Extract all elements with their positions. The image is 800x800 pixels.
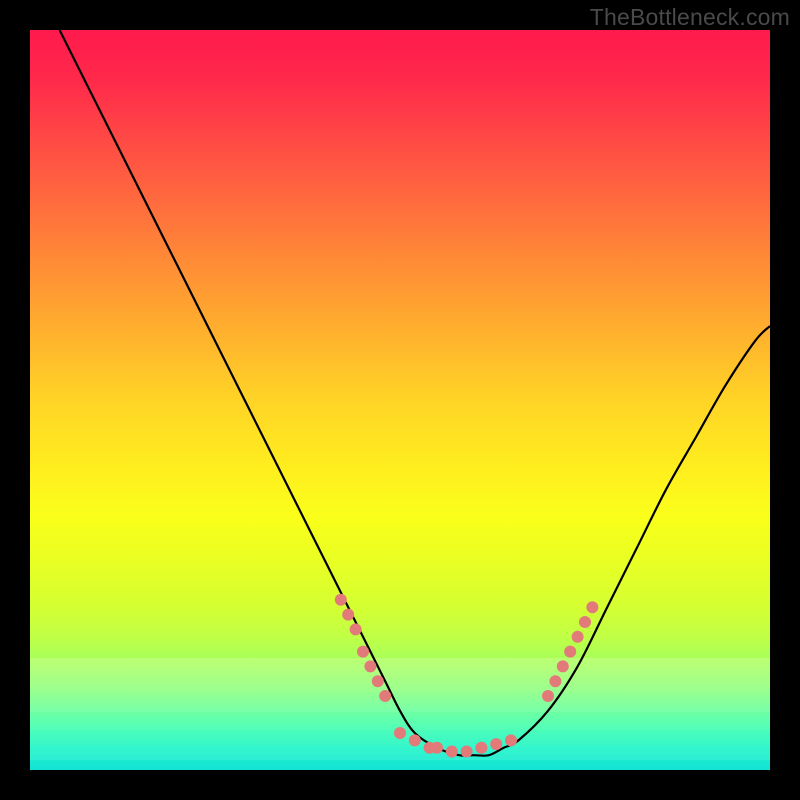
data-point xyxy=(357,646,369,658)
chart-area xyxy=(30,30,770,770)
data-point xyxy=(342,609,354,621)
data-point xyxy=(586,601,598,613)
data-point xyxy=(394,727,406,739)
data-point xyxy=(461,746,473,758)
data-point xyxy=(409,734,421,746)
data-point xyxy=(372,675,384,687)
data-point xyxy=(364,660,376,672)
data-point xyxy=(542,690,554,702)
data-point xyxy=(490,738,502,750)
highlight-dots xyxy=(335,594,599,758)
data-point xyxy=(549,675,561,687)
data-point xyxy=(579,616,591,628)
data-point xyxy=(557,660,569,672)
bottleneck-curve-path xyxy=(60,30,770,756)
curve-svg xyxy=(30,30,770,770)
data-point xyxy=(431,742,443,754)
data-point xyxy=(446,746,458,758)
data-point xyxy=(505,734,517,746)
data-point xyxy=(379,690,391,702)
data-point xyxy=(350,623,362,635)
watermark-text: TheBottleneck.com xyxy=(590,4,790,31)
data-point xyxy=(475,742,487,754)
data-point xyxy=(572,631,584,643)
data-point xyxy=(564,646,576,658)
data-point xyxy=(335,594,347,606)
